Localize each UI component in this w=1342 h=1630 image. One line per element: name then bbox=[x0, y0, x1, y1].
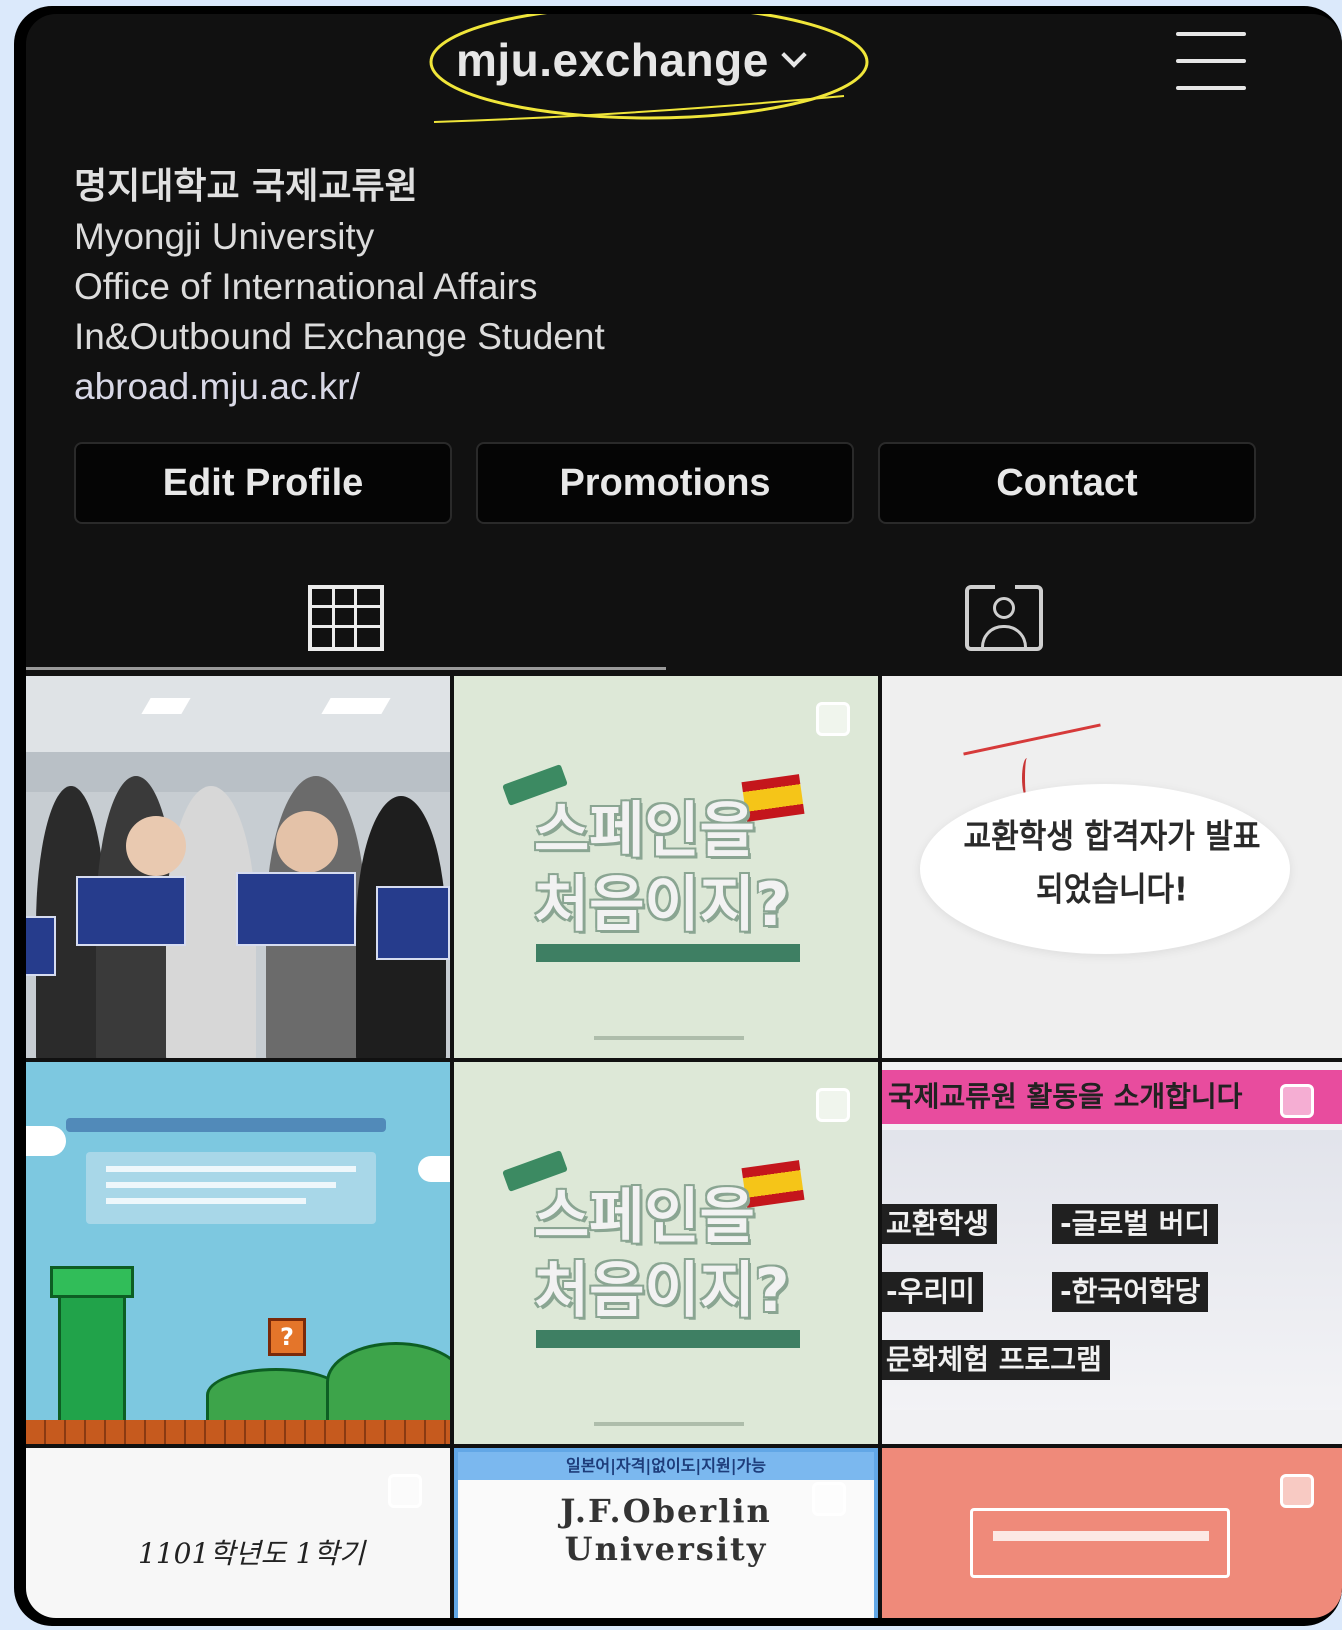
post-oberlin-bar: 일본어|자격|없이도|지원|가능 bbox=[458, 1452, 874, 1480]
activity-label: 교환학생 bbox=[882, 1204, 998, 1244]
activity-label: -글로벌 버디 bbox=[1052, 1204, 1219, 1244]
tab-tagged[interactable] bbox=[666, 562, 1342, 674]
post-spain-title: 스페인을 처음이지? bbox=[534, 796, 790, 940]
activity-label: -우리미 bbox=[882, 1272, 983, 1312]
post-spain[interactable]: 스페인을 처음이지? bbox=[454, 676, 878, 1058]
contact-button[interactable]: Contact bbox=[878, 442, 1256, 524]
phone-frame: mju.exchange 명지대학교 국제교류원 Myongji Univers… bbox=[14, 6, 1342, 1626]
post-notice-text: 교환학생 합격자가 발표 되었습니다! bbox=[963, 817, 1261, 910]
post-white[interactable]: 1101학년도 1학기 bbox=[26, 1448, 450, 1618]
protest-sign bbox=[26, 916, 56, 976]
multi-image-icon bbox=[816, 702, 850, 736]
post-salmon[interactable] bbox=[882, 1448, 1342, 1618]
activity-label: 문화체험 프로그램 bbox=[882, 1340, 1110, 1380]
tagged-person-icon bbox=[965, 581, 1043, 651]
post-game-themed[interactable]: ? bbox=[26, 1062, 450, 1444]
instagram-profile-screen: mju.exchange 명지대학교 국제교류원 Myongji Univers… bbox=[26, 14, 1342, 1618]
cloud-icon bbox=[418, 1156, 450, 1182]
bio-line-3: In&Outbound Exchange Student bbox=[74, 316, 605, 357]
edit-profile-button[interactable]: Edit Profile bbox=[74, 442, 452, 524]
question-block-icon: ? bbox=[268, 1318, 306, 1356]
protest-sign bbox=[236, 872, 356, 946]
profile-tabs bbox=[26, 562, 1342, 674]
bio-line-2: Office of International Affairs bbox=[74, 266, 538, 307]
profile-bio: 명지대학교 국제교류원 Myongji University Office of… bbox=[74, 162, 605, 412]
post-activities[interactable]: 국제교류원 활동을 소개합니다 교환학생 -글로벌 버디 -우리미 -한국어학당… bbox=[882, 1062, 1342, 1444]
post-group-photo[interactable] bbox=[26, 676, 450, 1058]
activity-label: -한국어학당 bbox=[1052, 1272, 1209, 1312]
post-oberlin-text: J.F.Oberlin University bbox=[560, 1492, 772, 1568]
active-tab-indicator bbox=[26, 667, 666, 670]
post-white-text: 1101학년도 1학기 bbox=[138, 1537, 365, 1570]
pipe-icon bbox=[58, 1276, 126, 1444]
profile-action-buttons: Edit Profile Promotions Contact bbox=[74, 442, 1256, 524]
profile-name: 명지대학교 국제교류원 bbox=[74, 166, 418, 207]
grid-icon bbox=[308, 585, 384, 651]
tab-posts-grid[interactable] bbox=[26, 562, 666, 674]
profile-website-link[interactable]: abroad.mju.ac.kr/ bbox=[74, 362, 605, 412]
cloud-icon bbox=[26, 1126, 66, 1156]
promotions-button[interactable]: Promotions bbox=[476, 442, 854, 524]
hamburger-menu-icon[interactable] bbox=[1176, 32, 1246, 90]
posts-grid: 스페인을 처음이지? 교환학생 합격자가 발표 되었습니다! ? 스페인을 처음… bbox=[26, 676, 1342, 1618]
post-oberlin[interactable]: 일본어|자격|없이도|지원|가능 J.F.Oberlin University bbox=[454, 1448, 878, 1618]
post-spain-title: 스페인을 처음이지? bbox=[534, 1182, 790, 1326]
multi-image-icon bbox=[1280, 1084, 1314, 1118]
username[interactable]: mju.exchange bbox=[456, 33, 769, 87]
account-switcher[interactable]: mju.exchange bbox=[456, 28, 807, 92]
multi-image-icon bbox=[388, 1474, 422, 1508]
bio-line-1: Myongji University bbox=[74, 216, 375, 257]
protest-sign bbox=[376, 886, 450, 960]
multi-image-icon bbox=[816, 1088, 850, 1122]
post-activities-header: 국제교류원 활동을 소개합니다 bbox=[882, 1070, 1342, 1124]
multi-image-icon bbox=[1280, 1474, 1314, 1508]
post-notice[interactable]: 교환학생 합격자가 발표 되었습니다! bbox=[882, 676, 1342, 1058]
protest-sign bbox=[76, 876, 186, 946]
post-spain-2[interactable]: 스페인을 처음이지? bbox=[454, 1062, 878, 1444]
chevron-down-icon[interactable] bbox=[781, 42, 807, 68]
